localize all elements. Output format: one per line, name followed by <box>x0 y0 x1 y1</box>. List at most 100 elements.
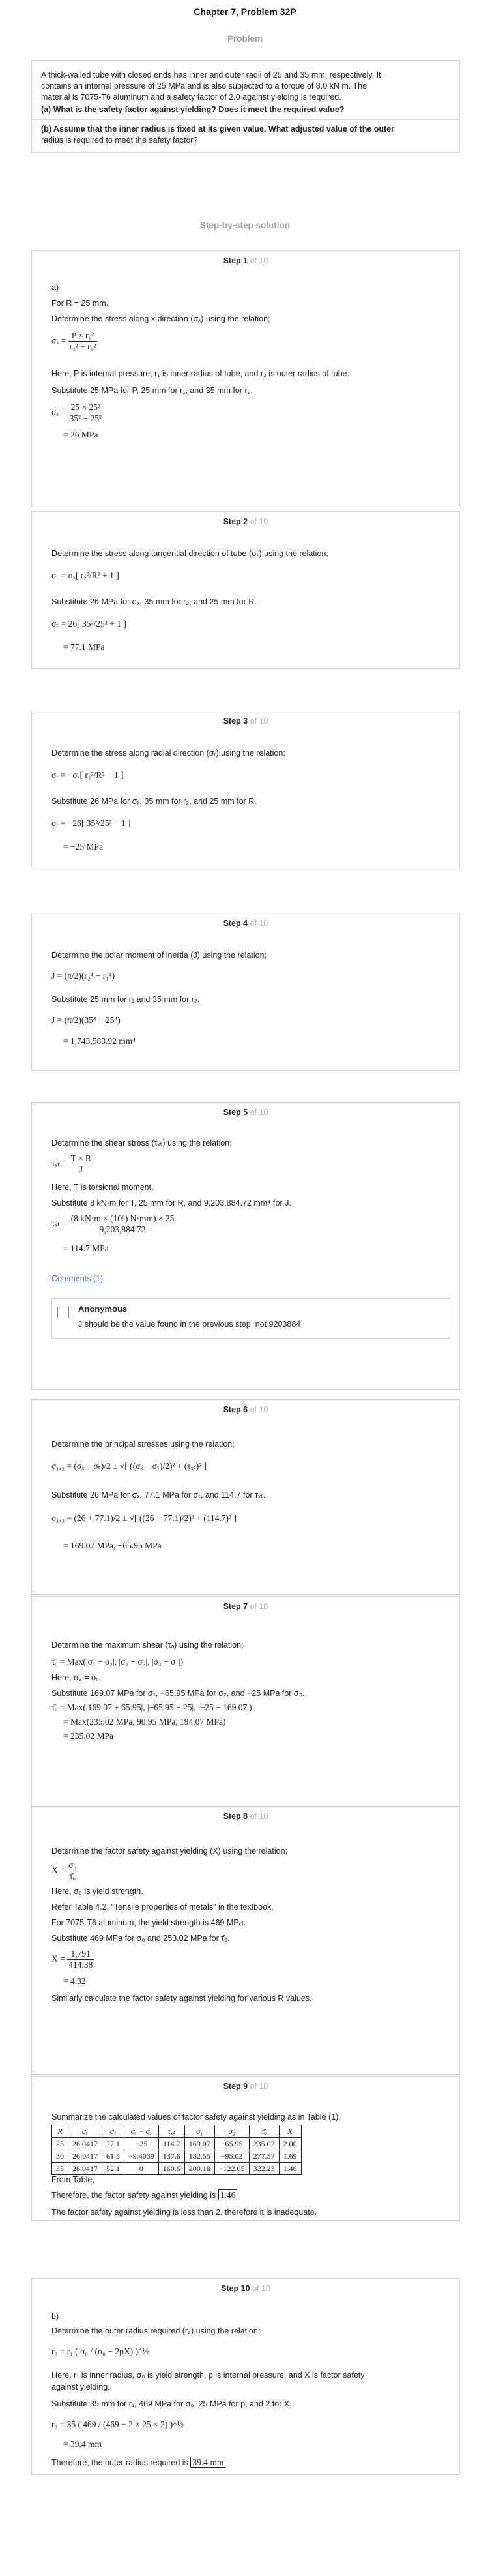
step-title: Step 5 <box>223 1108 248 1117</box>
text: Here, σ₃ = σᵣ. <box>51 1673 101 1682</box>
substitution: τ̄ₒ = Max(|169.07 + 65.95|, |−65.95 − 25… <box>51 1702 252 1712</box>
result: = 169.07 MPa, −65.95 MPa <box>63 1541 162 1550</box>
text: The factor safety against yielding is le… <box>51 2208 317 2217</box>
text: Substitute 35 mm for r₁, 469 MPa for σ₀,… <box>51 2399 292 2408</box>
cell: −95.02 <box>214 2150 250 2163</box>
step-of: of 10 <box>250 1405 268 1414</box>
step-of: of 10 <box>252 2284 270 2293</box>
cell: 137.6 <box>158 2150 185 2163</box>
text: Substitute 469 MPa for σ₀ and 253.02 MPa… <box>51 1934 230 1943</box>
conclusion: Therefore, the factor safety against yie… <box>51 2189 238 2200</box>
result: = 26 MPa <box>63 430 98 439</box>
step-of: of 10 <box>250 1812 268 1821</box>
equation: σₜ = σₓ[ r₂²/R² + 1 ] <box>51 570 119 580</box>
cell: 61.5 <box>102 2150 124 2163</box>
step-title: Step 9 <box>223 2082 248 2091</box>
column-header: R <box>51 2125 68 2138</box>
substitution: σ₁,₂ = (26 + 77.1)/2 ± √[ ((26 − 77.1)/2… <box>51 1513 237 1523</box>
equation: τ̄ₒ = Max(|σ₁ − σ₂|, |σ₂ − σ₃|, |σ₃ − σ₁… <box>51 1657 184 1666</box>
column-header: τ̄ₒ <box>248 2125 280 2138</box>
text: For R = 25 mm. <box>51 299 109 308</box>
substitution: σᵣ = −26[ 35²/25² − 1 ] <box>51 818 131 828</box>
step-of: of 10 <box>250 256 268 265</box>
result: = 235.02 MPa <box>63 1731 113 1741</box>
page-title: Chapter 7, Problem 32P <box>194 7 296 17</box>
cell: 52.1 <box>102 2162 124 2175</box>
step-6: Step 6 of 10 Determine the principal str… <box>31 1399 460 1595</box>
cell: 182.55 <box>184 2150 215 2163</box>
column-header: σᵣ − σₓ <box>124 2125 159 2138</box>
cell: 2.00 <box>278 2137 302 2150</box>
cell: 26.0417 <box>68 2137 102 2150</box>
cell: 25 <box>51 2137 68 2150</box>
cell: −9.4039 <box>124 2150 159 2163</box>
result: = −25 MPa <box>63 842 103 851</box>
step-8: Step 8 of 10 Determine the factor safety… <box>31 1806 460 2075</box>
cell: 1.69 <box>278 2150 302 2163</box>
equation: σₓ = P × r₁² r₂² − r₁² <box>51 331 98 351</box>
step-of: of 10 <box>250 517 268 526</box>
step-9: Step 9 of 10 Summarize the calculated va… <box>31 2076 460 2221</box>
comment-checkbox[interactable] <box>57 1307 69 1318</box>
problem-line-2: contains an internal pressure of 25 MPa … <box>41 81 368 91</box>
table-row: 35 26.0417 52.1 0 160.6 200.18 −122.05 322.23 1.… <box>51 2162 302 2175</box>
step-of: of 10 <box>250 717 268 726</box>
text: Here, P is internal pressure, r₁ is inne… <box>51 369 349 378</box>
cell: −25 <box>124 2137 159 2150</box>
column-header: σ₁ <box>184 2125 215 2138</box>
cell: 0 <box>124 2162 159 2175</box>
solution-heading: Step-by-step solution <box>200 220 290 230</box>
text: Determine the polar moment of inertia (J… <box>51 951 267 960</box>
cell: 114.7 <box>158 2137 185 2150</box>
column-header: X <box>278 2125 302 2138</box>
cell: 200.18 <box>184 2162 215 2175</box>
cell: 26.0417 <box>68 2162 102 2175</box>
cell: 26.0417 <box>68 2150 102 2163</box>
text: Substitute 8 kN·m for T, 25 mm for R, an… <box>51 1198 291 1207</box>
text: Here, r₁ is inner radius, σ₀ is yield st… <box>51 2371 365 2380</box>
equation: σᵣ = −σₓ[ r₂²/R² − 1 ] <box>51 770 124 780</box>
problem-line-3: material is 7075-T6 aluminum and a safet… <box>41 93 341 102</box>
text: Determine the stress along x direction (… <box>51 314 270 323</box>
equation: J = (π/2)(r₂⁴ − r₁⁴) <box>51 971 115 981</box>
substitution: σₓ = 25 × 25² 35² − 25² <box>51 402 104 423</box>
text: Determine the outer radius required (r₂)… <box>51 2326 261 2335</box>
cell: 77.1 <box>102 2137 124 2150</box>
part-label: b) <box>51 2312 59 2321</box>
step-title: Step 1 <box>223 256 248 265</box>
substitution: r₂ = 35 ( 469 / (469 − 2 × 25 × 2) )^½ <box>51 2420 184 2429</box>
substitution: J = (π/2)(35⁴ − 25⁴) <box>51 1015 121 1025</box>
cell: 30 <box>51 2150 68 2163</box>
equation: τₓₜ = T × RJ <box>51 1153 93 1174</box>
text: against yielding. <box>51 2382 110 2391</box>
step-5: Step 5 of 10 Determine the shear stress … <box>31 1102 460 1390</box>
text: Determine the factor safety against yiel… <box>51 1846 287 1856</box>
column-header: τₓₜ <box>158 2125 185 2138</box>
problem-part-b-2: radius is required to meet the safety fa… <box>41 136 198 145</box>
substitution: X = 1,791 414.38 <box>51 1949 94 1970</box>
text: Determine the stress along tangential di… <box>51 549 328 558</box>
results-table: R σₓ σₜ σᵣ − σₓ τₓₜ σ₁ σ₂ τ̄ₒ X 25 26.041… <box>51 2125 302 2175</box>
text: Summarize the calculated values of facto… <box>51 2112 341 2122</box>
cell: 169.07 <box>184 2137 215 2150</box>
text: Similarly calculate the factor safety ag… <box>51 1994 312 2003</box>
step-3: Step 3 of 10 Determine the stress along … <box>31 711 460 868</box>
text: Substitute 26 MPa for σₓ, 77.1 MPa for σ… <box>51 1490 266 1500</box>
step-of: of 10 <box>250 919 268 928</box>
comments-link[interactable]: Comments (1) <box>51 1273 103 1284</box>
step-title: Step 6 <box>223 1405 248 1414</box>
cell: 235.02 <box>248 2137 280 2150</box>
part-label: a) <box>51 283 59 292</box>
step-title: Step 3 <box>223 717 248 726</box>
substitution: τₓₜ = (8 kN·m × (10⁶) N·mm) × 25 9,203,88… <box>51 1213 176 1234</box>
text: Determine the principal stresses using t… <box>51 1440 235 1449</box>
table-row: 25 26.0417 77.1 −25 114.7 169.07 −65.95 235.02 2… <box>51 2137 302 2150</box>
result: = 39.4 mm <box>63 2439 102 2449</box>
text: Refer Table 4.2, "Tensile properties of … <box>51 1902 274 1912</box>
result: = 4.32 <box>63 1976 86 1986</box>
cell: 277.57 <box>248 2150 280 2163</box>
cell: −122.05 <box>214 2162 250 2175</box>
cell: 322.23 <box>248 2162 280 2175</box>
problem-part-b-1: (b) Assume that the inner radius is fixe… <box>41 125 394 134</box>
text: Substitute 26 MPa for σₓ, 35 mm for r₂, … <box>51 797 257 806</box>
